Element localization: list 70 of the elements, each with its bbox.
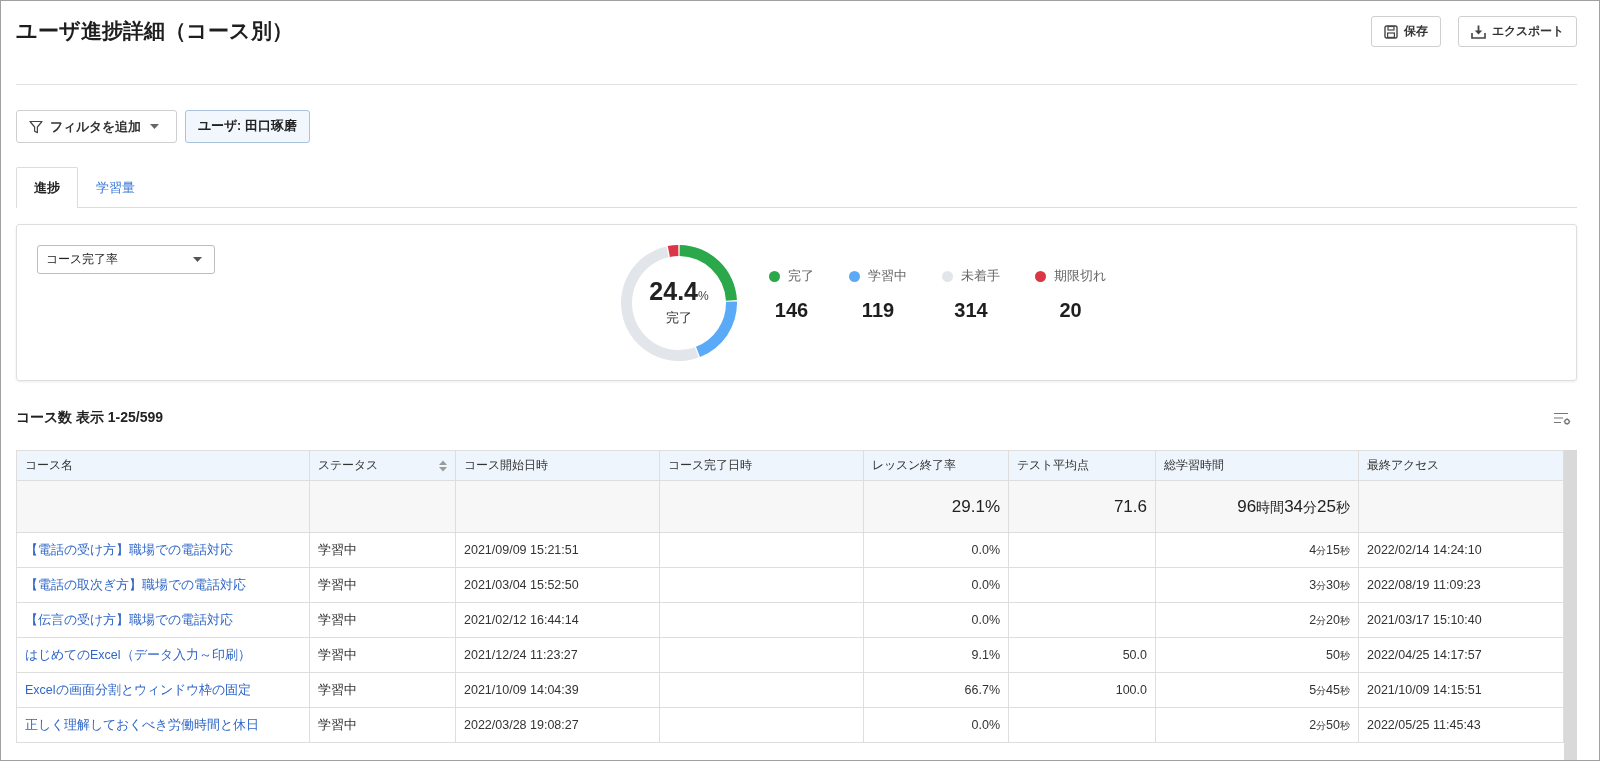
add-filter-button[interactable]: フィルタを追加	[16, 110, 177, 143]
center-label: 完了	[666, 309, 692, 326]
legend-label: 学習中	[868, 267, 907, 285]
date-cell: 2022/08/19 11:09:23	[1358, 567, 1564, 603]
column-header: コース開始日時	[464, 457, 548, 474]
summary-value: 96時間34分25秒	[1237, 496, 1350, 516]
rate-cell: 0.0%	[863, 707, 1009, 743]
date-cell: 2021/02/12 16:44:14	[455, 602, 660, 638]
date-cell: 2022/03/28 19:08:27	[455, 707, 660, 743]
rate-cell: 9.1%	[863, 637, 1009, 673]
date-cell: 2022/05/25 11:45:43	[1358, 707, 1564, 743]
column-header: コース名	[25, 457, 73, 474]
save-icon	[1384, 24, 1398, 39]
page-title: ユーザ進捗詳細（コース別）	[16, 18, 293, 44]
column-header: レッスン終了率	[872, 457, 956, 474]
legend-count: 119	[861, 298, 895, 322]
duration-cell: 2分50秒	[1155, 707, 1359, 743]
column-header: コース完了日時	[668, 457, 752, 474]
rate-cell: 0.0%	[863, 602, 1009, 638]
date-cell: 2021/03/04 15:52:50	[455, 567, 660, 603]
duration-cell: 5分45秒	[1155, 672, 1359, 708]
legend-count: 146	[774, 298, 809, 322]
date-cell: 2022/02/14 14:24:10	[1358, 532, 1564, 568]
date-cell: 2021/10/09 14:15:51	[1358, 672, 1564, 708]
status-cell: 学習中	[309, 672, 456, 708]
duration-cell: 50秒	[1155, 637, 1359, 673]
status-cell: 学習中	[309, 602, 456, 638]
rate-cell: 66.7%	[863, 672, 1009, 708]
date-cell: 2021/12/24 11:23:27	[455, 637, 660, 673]
rate-cell: 0.0%	[863, 532, 1009, 568]
caret-icon	[150, 124, 159, 129]
summary-value: 29.1%	[951, 496, 1000, 516]
score-cell: 100.0	[1008, 672, 1156, 708]
table-title: コース数 表示 1-25/599	[16, 409, 164, 427]
duration-cell: 2分20秒	[1155, 602, 1359, 638]
date-cell: 2021/03/17 15:10:40	[1358, 602, 1564, 638]
summary-value: 71.6	[1113, 496, 1147, 516]
sort-icon[interactable]	[439, 459, 447, 472]
metric-dropdown[interactable]: コース完了率	[37, 245, 215, 274]
column-header: テスト平均点	[1017, 457, 1089, 474]
tab[interactable]: 進捗	[16, 167, 78, 208]
column-header: ステータス	[318, 457, 378, 474]
date-cell: 2022/04/25 14:17:57	[1358, 637, 1564, 673]
status-cell: 学習中	[309, 637, 456, 673]
save-button[interactable]: 保存	[1371, 16, 1441, 47]
legend-label: 期限切れ	[1054, 267, 1106, 285]
legend-label: 完了	[788, 267, 814, 285]
score-cell: 50.0	[1008, 637, 1156, 673]
duration-cell: 3分30秒	[1155, 567, 1359, 603]
status-cell: 学習中	[309, 532, 456, 568]
caret-icon	[193, 257, 202, 262]
legend-label: 未着手	[961, 267, 1000, 285]
column-settings-icon[interactable]	[1554, 411, 1571, 425]
column-header: 最終アクセス	[1367, 457, 1439, 474]
filter-icon	[29, 119, 43, 134]
tab[interactable]: 学習量	[78, 167, 153, 208]
status-cell: 学習中	[309, 707, 456, 743]
status-cell: 学習中	[309, 567, 456, 603]
legend-count: 314	[954, 298, 988, 322]
duration-cell: 4分15秒	[1155, 532, 1359, 568]
user-filter-chip[interactable]: ユーザ: 田口琢磨	[185, 110, 310, 143]
completion-percentage: 24.4%	[649, 276, 709, 307]
column-header: 総学習時間	[1164, 457, 1224, 474]
legend-count: 20	[1059, 298, 1082, 322]
date-cell: 2021/10/09 14:04:39	[455, 672, 660, 708]
date-cell: 2021/09/09 15:21:51	[455, 532, 660, 568]
download-icon	[1471, 24, 1486, 39]
rate-cell: 0.0%	[863, 567, 1009, 603]
scrollbar[interactable]	[1564, 450, 1577, 760]
export-button[interactable]: エクスポート	[1458, 16, 1577, 47]
